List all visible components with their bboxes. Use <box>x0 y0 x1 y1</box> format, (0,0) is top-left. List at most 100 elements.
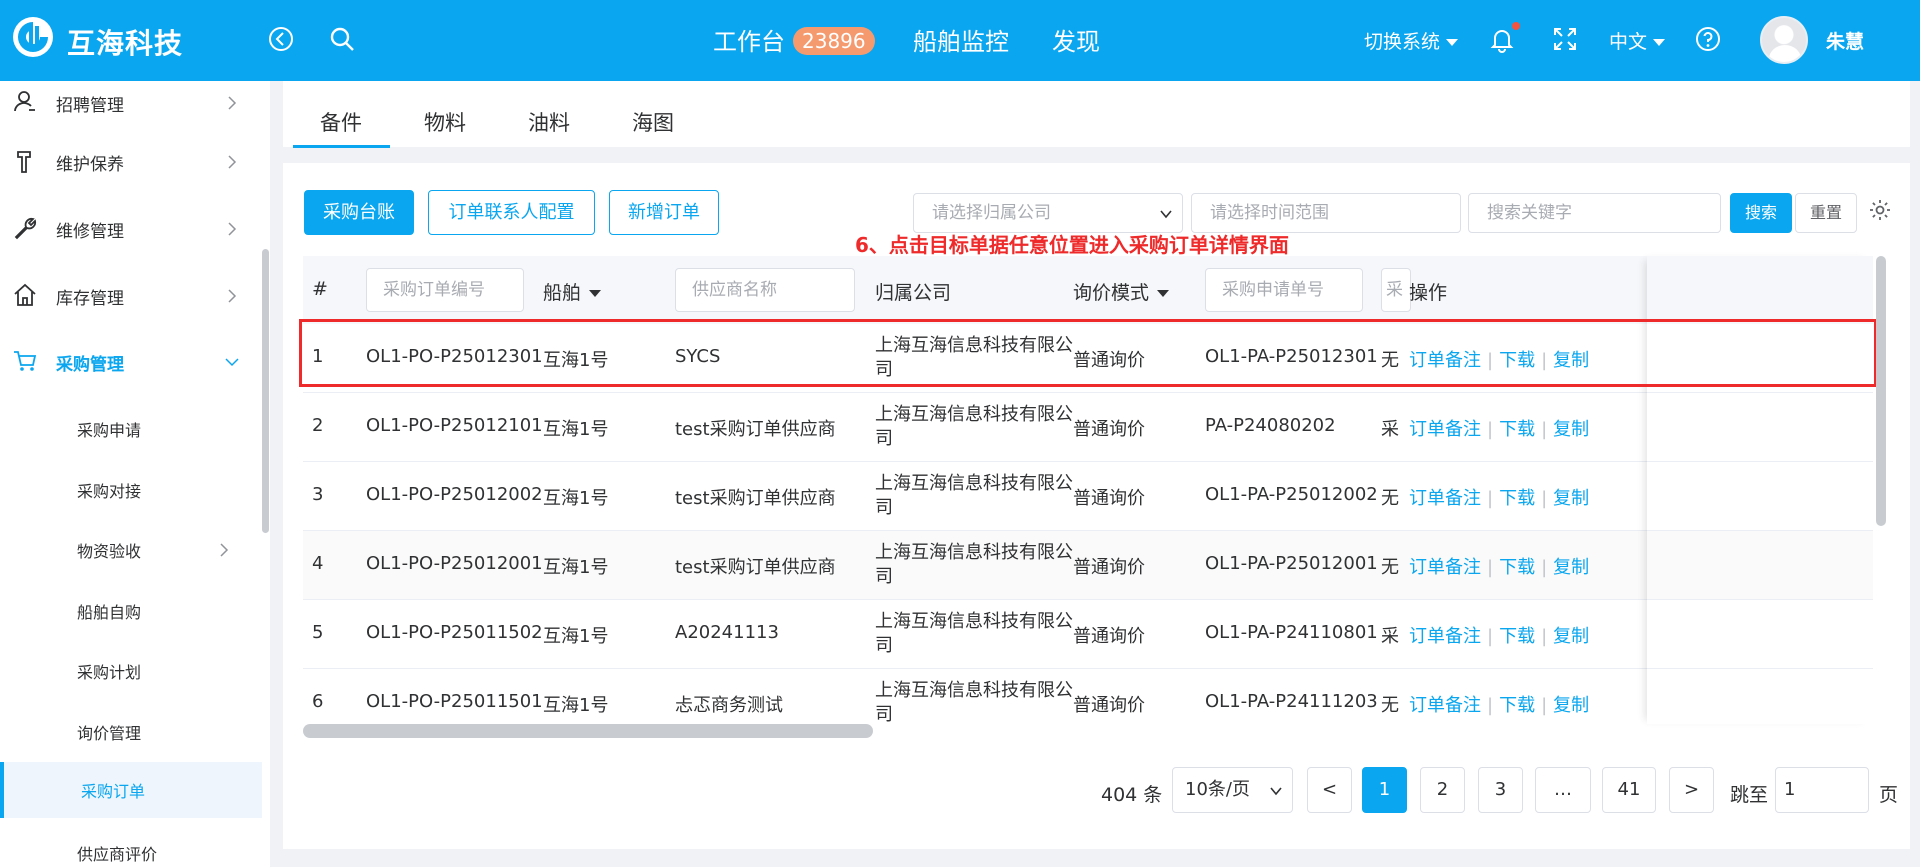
switch-system-dropdown[interactable]: 切换系统 <box>1364 27 1459 54</box>
row-actions: 订单备注 | 下载 | 复制 <box>1409 553 1589 579</box>
table-row[interactable]: 3 OL1-PO-P25012002 互海1号 test采购订单供应商 上海互海… <box>303 462 1873 531</box>
table-vertical-scrollbar[interactable] <box>1876 256 1886 526</box>
column-ship-label: 船舶 <box>543 282 582 304</box>
action-separator: | <box>1541 419 1548 440</box>
order-remark-link[interactable]: 订单备注 <box>1409 626 1481 647</box>
order-remark-link[interactable]: 订单备注 <box>1409 695 1481 716</box>
download-link[interactable]: 下载 <box>1499 557 1535 578</box>
sidebar-scrollbar[interactable] <box>262 249 269 533</box>
copy-link[interactable]: 复制 <box>1553 557 1589 578</box>
action-separator: | <box>1541 695 1548 716</box>
sidebar-item-recruitment[interactable]: 招聘管理 <box>0 81 262 131</box>
request-no-filter-input[interactable]: 采购申请单号 <box>1205 268 1363 312</box>
copy-link[interactable]: 复制 <box>1553 488 1589 509</box>
order-no-filter-input[interactable]: 采购订单编号 <box>366 268 524 312</box>
table-row[interactable]: 2 OL1-PO-P25012101 互海1号 test采购订单供应商 上海互海… <box>303 393 1873 462</box>
ship-name: 互海1号 <box>543 695 609 716</box>
sidebar-subitem-purchase-order[interactable]: 采购订单 <box>0 762 262 818</box>
username[interactable]: 朱慧 <box>1826 27 1864 54</box>
column-operations: 操作 <box>1409 282 1448 304</box>
column-inquiry-mode[interactable]: 询价模式 <box>1073 278 1170 305</box>
language-dropdown[interactable]: 中文 <box>1609 27 1666 54</box>
search-icon[interactable] <box>327 24 357 54</box>
table-row[interactable]: 5 OL1-PO-P25011502 互海1号 A20241113 上海互海信息… <box>303 600 1873 669</box>
order-remark-link[interactable]: 订单备注 <box>1409 488 1481 509</box>
gear-icon[interactable] <box>1868 198 1892 222</box>
column-ship[interactable]: 船舶 <box>543 278 602 305</box>
jump-page-input[interactable]: 1 <box>1775 767 1869 813</box>
company-select[interactable]: 请选择归属公司 <box>913 193 1183 233</box>
page-size-value: 10条/页 <box>1185 779 1250 800</box>
sidebar-subitem-purchase-docking[interactable]: 采购对接 <box>0 462 262 518</box>
order-remark-link[interactable]: 订单备注 <box>1409 419 1481 440</box>
page-button-1[interactable]: 1 <box>1362 767 1407 813</box>
avatar[interactable] <box>1760 16 1808 64</box>
copy-link[interactable]: 复制 <box>1553 419 1589 440</box>
sidebar-item-repair[interactable]: 维修管理 <box>0 201 262 257</box>
page-ellipsis[interactable]: … <box>1535 767 1591 813</box>
target-row-highlight <box>299 319 1877 387</box>
download-link[interactable]: 下载 <box>1499 488 1535 509</box>
page-button-3[interactable]: 3 <box>1478 767 1523 813</box>
nav-ship-monitor[interactable]: 船舶监控 <box>913 22 1009 57</box>
order-contact-config-button[interactable]: 订单联系人配置 <box>428 190 595 235</box>
help-icon[interactable] <box>1693 24 1723 54</box>
action-separator: | <box>1541 557 1548 578</box>
sidebar-subitem-purchase-plan[interactable]: 采购计划 <box>0 643 262 699</box>
keyword-search-input[interactable]: 搜索关键字 <box>1468 193 1721 233</box>
partial-filter-input[interactable]: 采 <box>1381 268 1411 312</box>
copy-link[interactable]: 复制 <box>1553 695 1589 716</box>
tab-materials[interactable]: 物料 <box>424 107 466 137</box>
sidebar-subitem-ship-self-purchase[interactable]: 船舶自购 <box>0 583 262 639</box>
download-link[interactable]: 下载 <box>1499 626 1535 647</box>
download-link[interactable]: 下载 <box>1499 695 1535 716</box>
inquiry-mode: 普通询价 <box>1073 695 1145 716</box>
hammer-icon <box>17 151 31 173</box>
sidebar-subitem-goods-acceptance[interactable]: 物资验收 <box>0 522 262 578</box>
purchase-ledger-button[interactable]: 采购台账 <box>304 190 414 235</box>
supplier-name: A20241113 <box>675 622 779 643</box>
row-index: 5 <box>312 622 324 643</box>
chevron-down-icon <box>1446 39 1459 46</box>
supplier-name: test采购订单供应商 <box>675 419 836 440</box>
table-row[interactable]: 6 OL1-PO-P25011501 互海1号 忐忑商务测试 上海互海信息科技有… <box>303 669 1873 724</box>
prev-page-button[interactable]: < <box>1307 767 1352 813</box>
sidebar-subitem-purchase-request[interactable]: 采购申请 <box>0 401 262 457</box>
table-horizontal-scrollbar[interactable] <box>303 724 873 738</box>
page-button-41[interactable]: 41 <box>1602 767 1656 813</box>
page-button-2[interactable]: 2 <box>1420 767 1465 813</box>
sidebar-item-procurement[interactable]: 采购管理 <box>0 334 262 390</box>
request-no: OL1-PA-P25012001 <box>1205 553 1378 574</box>
search-button[interactable]: 搜索 <box>1730 193 1792 233</box>
ship-name: 互海1号 <box>543 488 609 509</box>
download-link[interactable]: 下载 <box>1499 419 1535 440</box>
supplier-filter-input[interactable]: 供应商名称 <box>675 268 855 312</box>
nav-workbench[interactable]: 工作台 <box>713 22 785 57</box>
sidebar-item-inventory[interactable]: 库存管理 <box>0 268 262 324</box>
home-icon <box>14 283 36 306</box>
nav-discover[interactable]: 发现 <box>1052 22 1100 57</box>
tab-oil[interactable]: 油料 <box>528 107 570 137</box>
chevron-right-icon <box>228 96 237 110</box>
action-separator: | <box>1487 488 1494 509</box>
sidebar-subitem-supplier-evaluation[interactable]: 供应商评价 <box>0 825 262 867</box>
request-no: OL1-PA-P24111203 <box>1205 691 1378 712</box>
add-order-button[interactable]: 新增订单 <box>609 190 719 235</box>
brand-name: 互海科技 <box>67 27 184 60</box>
table-row[interactable]: 4 OL1-PO-P25012001 互海1号 test采购订单供应商 上海互海… <box>303 531 1873 600</box>
page-size-select[interactable]: 10条/页 <box>1172 767 1293 813</box>
order-remark-link[interactable]: 订单备注 <box>1409 557 1481 578</box>
tab-charts[interactable]: 海图 <box>632 107 674 137</box>
company-select-placeholder: 请选择归属公司 <box>932 203 1051 223</box>
tab-spare-parts[interactable]: 备件 <box>320 107 362 137</box>
partial-cell: 无 <box>1381 557 1399 578</box>
back-circle-icon[interactable] <box>266 24 296 54</box>
time-range-picker[interactable]: 请选择时间范围 <box>1191 193 1461 233</box>
fullscreen-icon[interactable] <box>1550 24 1580 54</box>
copy-link[interactable]: 复制 <box>1553 626 1589 647</box>
reset-button[interactable]: 重置 <box>1795 193 1857 233</box>
sidebar-subitem-inquiry-management[interactable]: 询价管理 <box>0 704 262 760</box>
action-separator: | <box>1487 557 1494 578</box>
next-page-button[interactable]: > <box>1669 767 1714 813</box>
sidebar-item-maintenance[interactable]: 维护保养 <box>0 134 262 190</box>
